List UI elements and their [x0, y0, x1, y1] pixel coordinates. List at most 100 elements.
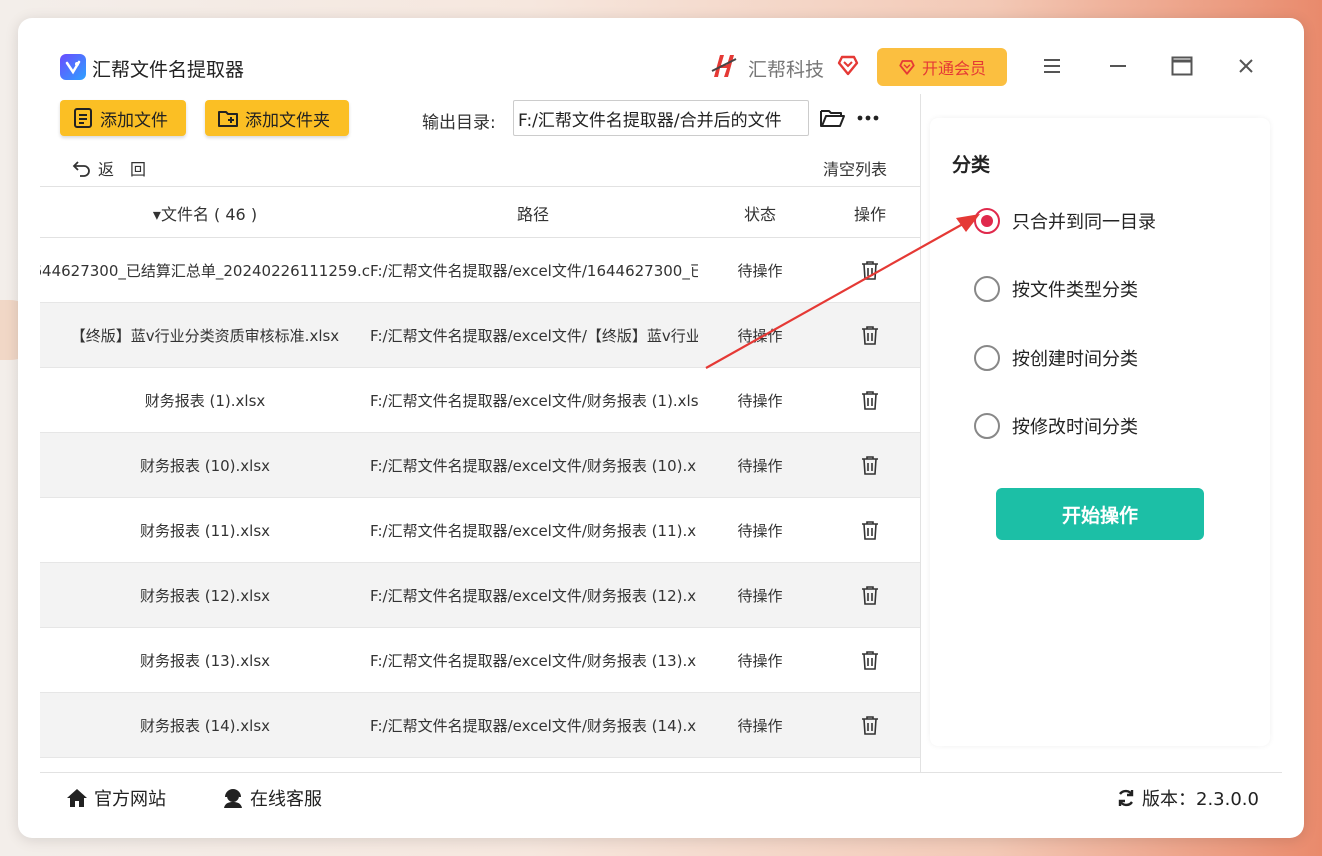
brand-logo-icon [711, 55, 737, 77]
delete-button[interactable] [820, 498, 920, 562]
back-label: 返 回 [98, 160, 147, 179]
file-status: 待操作 [737, 716, 783, 735]
radio-label: 只合并到同一目录 [1012, 212, 1156, 233]
radio-dot [974, 345, 1000, 371]
radio-option[interactable]: 按文件类型分类 [974, 276, 1138, 302]
radio-option[interactable]: 按创建时间分类 [974, 345, 1138, 371]
delete-button[interactable] [820, 693, 920, 757]
undo-arrow-icon [72, 161, 90, 177]
table-row: 【终版】蓝v行业分类资质审核标准.xlsx F:/汇帮文件名提取器/excel文… [40, 303, 920, 368]
add-folder-icon [218, 111, 238, 127]
panel-title: 分类 [952, 154, 991, 176]
maximize-icon[interactable] [1170, 54, 1194, 78]
add-folder-label: 添加文件夹 [245, 110, 330, 131]
trash-icon [862, 586, 878, 605]
trash-icon [862, 456, 878, 475]
table-row: 财务报表 (11).xlsx F:/汇帮文件名提取器/excel文件/财务报表 … [40, 498, 920, 563]
delete-button[interactable] [820, 433, 920, 497]
radio-label: 按修改时间分类 [1012, 417, 1138, 438]
delete-button[interactable] [820, 238, 920, 302]
vip-button[interactable]: 开通会员 [877, 48, 1007, 86]
header-op: 操作 [853, 205, 886, 224]
title-bar: 汇帮文件名提取器 汇帮科技 开通会员 [40, 38, 1282, 94]
file-path: F:/汇帮文件名提取器/excel文件/财务报表 (14).x [370, 716, 697, 735]
category-panel: 分类 只合并到同一目录 按文件类型分类 按创建时间分类 按修改时间分类 开始操作 [930, 118, 1270, 746]
delete-button[interactable] [820, 563, 920, 627]
add-folder-button[interactable]: 添加文件夹 [205, 100, 349, 136]
official-site-link[interactable]: 官方网站 [66, 785, 166, 811]
start-button[interactable]: 开始操作 [996, 488, 1204, 540]
table-row: 财务报表 (14).xlsx F:/汇帮文件名提取器/excel文件/财务报表 … [40, 693, 920, 758]
radio-dot [974, 208, 1000, 234]
radio-dot [974, 276, 1000, 302]
more-icon[interactable] [854, 104, 882, 132]
support-link[interactable]: 在线客服 [222, 785, 322, 811]
headset-icon [224, 789, 242, 808]
output-dir-label: 输出目录: [422, 113, 496, 133]
menu-icon[interactable] [1040, 54, 1064, 78]
header-name[interactable]: ▾文件名 ( 46 ) [40, 187, 370, 239]
file-status: 待操作 [737, 521, 783, 540]
table-row: 财务报表 (13).xlsx F:/汇帮文件名提取器/excel文件/财务报表 … [40, 628, 920, 693]
trash-icon [862, 261, 878, 280]
file-name: 财务报表 (11).xlsx [139, 521, 271, 540]
file-name: 财务报表 (13).xlsx [139, 651, 271, 670]
trash-icon [862, 326, 878, 345]
table-row: 财务报表 (1).xlsx F:/汇帮文件名提取器/excel文件/财务报表 (… [40, 368, 920, 433]
add-file-button[interactable]: 添加文件 [60, 100, 186, 136]
app-window: 汇帮文件名提取器 汇帮科技 开通会员 添加文件 添加文件夹 输出目录: F:/汇… [18, 18, 1304, 838]
version-label: 版本：2.3.0.0 [1142, 789, 1259, 810]
diamond-heart-icon [837, 55, 859, 76]
version-info[interactable]: 版本：2.3.0.0 [1116, 785, 1259, 811]
radio-label: 按文件类型分类 [1012, 280, 1138, 301]
table-row: 财务报表 (12).xlsx F:/汇帮文件名提取器/excel文件/财务报表 … [40, 563, 920, 628]
trash-icon [862, 716, 878, 735]
table-row: 1644627300_已结算汇总单_20240226111259.c F:/汇帮… [40, 238, 920, 303]
file-status: 待操作 [737, 651, 783, 670]
file-table: ▾文件名 ( 46 ) 路径 状态 操作 1644627300_已结算汇总单_2… [40, 186, 920, 772]
diamond-heart-icon [899, 60, 915, 75]
trash-icon [862, 391, 878, 410]
file-path: F:/汇帮文件名提取器/excel文件/财务报表 (12).x [370, 586, 697, 605]
window-content: 汇帮文件名提取器 汇帮科技 开通会员 添加文件 添加文件夹 输出目录: F:/汇… [40, 38, 1282, 828]
folder-open-icon[interactable] [818, 104, 846, 132]
refresh-icon [1118, 789, 1134, 807]
header-path: 路径 [516, 205, 549, 224]
brand-name: 汇帮科技 [748, 59, 825, 81]
trash-icon [862, 651, 878, 670]
back-button[interactable]: 返 回 [72, 156, 146, 180]
file-name: 1644627300_已结算汇总单_20240226111259.c [40, 261, 370, 280]
file-status: 待操作 [737, 261, 783, 280]
file-name: 财务报表 (12).xlsx [139, 586, 271, 605]
delete-button[interactable] [820, 303, 920, 367]
table-header: ▾文件名 ( 46 ) 路径 状态 操作 [40, 186, 920, 238]
radio-option[interactable]: 只合并到同一目录 [974, 208, 1156, 234]
file-status: 待操作 [737, 456, 783, 475]
file-path: F:/汇帮文件名提取器/excel文件/财务报表 (11).x [370, 521, 697, 540]
file-name: 财务报表 (14).xlsx [139, 716, 271, 735]
header-status: 状态 [743, 205, 776, 224]
home-icon [67, 789, 87, 807]
clear-list-button[interactable]: 清空列表 [823, 156, 887, 180]
file-path: F:/汇帮文件名提取器/excel文件/【终版】蓝v行业 [370, 326, 698, 345]
radio-option[interactable]: 按修改时间分类 [974, 413, 1138, 439]
minimize-icon[interactable] [1106, 54, 1130, 78]
file-path: F:/汇帮文件名提取器/excel文件/财务报表 (1).xls [370, 391, 698, 410]
close-icon[interactable] [1234, 54, 1258, 78]
file-path: F:/汇帮文件名提取器/excel文件/财务报表 (10).x [370, 456, 697, 475]
file-status: 待操作 [737, 391, 783, 410]
delete-button[interactable] [820, 628, 920, 692]
support-label: 在线客服 [250, 789, 322, 810]
table-row: 财务报表 (10).xlsx F:/汇帮文件名提取器/excel文件/财务报表 … [40, 433, 920, 498]
output-dir-input[interactable] [513, 100, 809, 136]
radio-label: 按创建时间分类 [1012, 349, 1138, 370]
official-site-label: 官方网站 [94, 789, 166, 810]
add-file-label: 添加文件 [100, 110, 168, 131]
file-path: F:/汇帮文件名提取器/excel文件/1644627300_已 [370, 261, 698, 280]
document-icon [74, 108, 92, 128]
file-status: 待操作 [737, 586, 783, 605]
delete-button[interactable] [820, 368, 920, 432]
app-logo-icon [60, 54, 86, 80]
trash-icon [862, 521, 878, 540]
vip-label: 开通会员 [921, 59, 986, 78]
